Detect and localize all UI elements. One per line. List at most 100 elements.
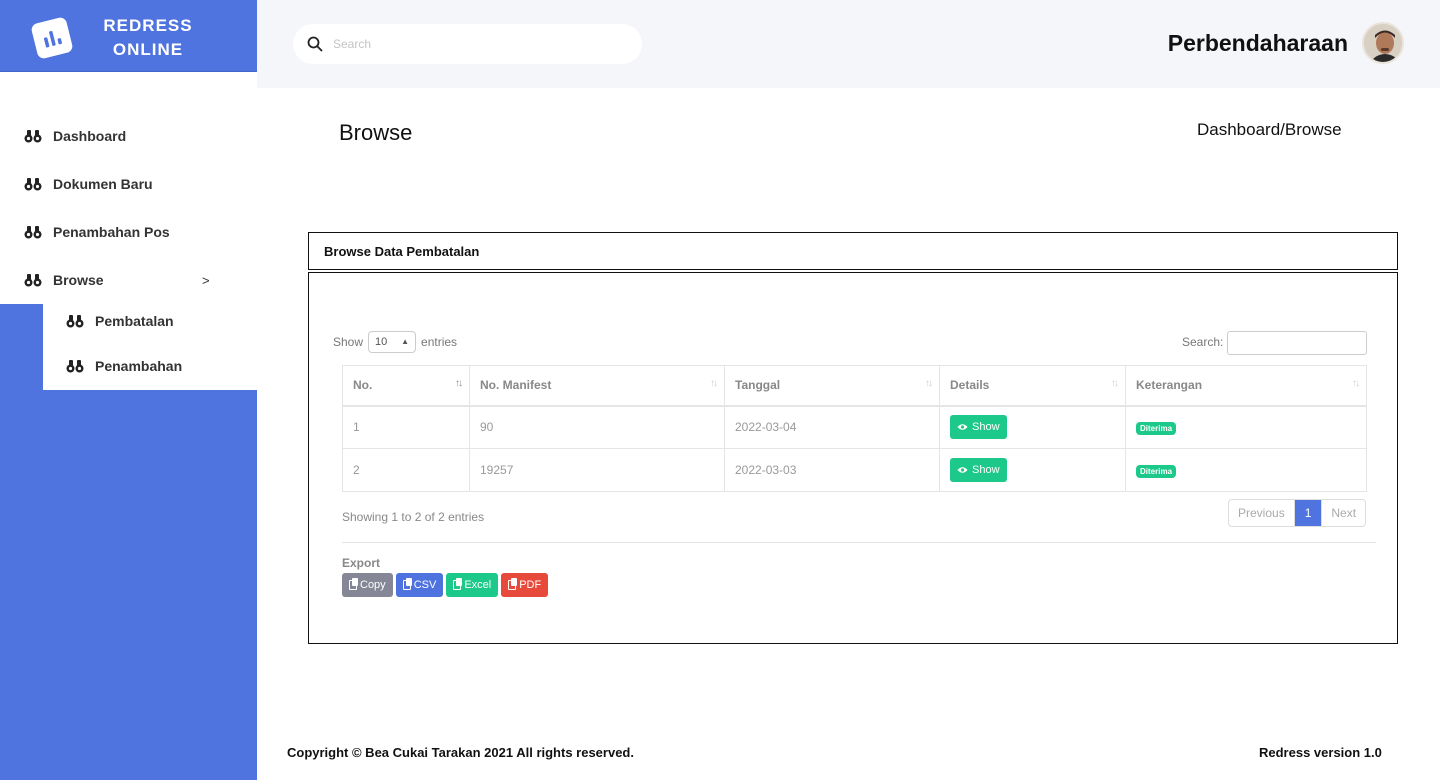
sidebar-item-penambahan-pos[interactable]: Penambahan Pos [0,212,257,252]
sidebar-item-browse[interactable]: Browse > [0,260,257,300]
show-label: Show [333,335,364,349]
sidebar-menu: Dashboard Dokumen Baru Penambahan Pos Br… [0,72,257,304]
cell-details: Show [939,448,1126,492]
eye-icon [957,424,968,430]
pagination-next[interactable]: Next [1321,500,1365,526]
column-header-manifest[interactable]: No. Manifest ↑↓ [469,365,725,407]
brand-title-line2: ONLINE [112,40,184,59]
show-button-label: Show [972,421,1000,434]
binoculars-icon [24,226,42,239]
export-button-label: Copy [360,579,386,591]
export-button-label: PDF [519,579,542,591]
column-header-label: No. [353,378,373,393]
entries-label: entries [421,335,458,349]
sidebar: REDRESS ONLINE Dashboard Dokumen Baru Pe… [0,0,257,780]
column-header-tanggal[interactable]: Tanggal ↑↓ [724,365,940,407]
cell-keterangan: Diterima [1125,448,1367,492]
column-header-label: Details [950,378,990,393]
topbar: Perbendaharaan [257,0,1440,88]
binoculars-icon [24,274,42,287]
footer-version: Redress version 1.0 [1259,745,1382,760]
column-header-keterangan[interactable]: Keterangan ↑↓ [1125,365,1367,407]
chevron-right-icon: > [202,272,210,288]
card-title: Browse Data Pembatalan [324,244,480,259]
column-header-label: Keterangan [1136,378,1203,393]
binoculars-icon [24,130,42,143]
brand[interactable]: REDRESS ONLINE [0,0,257,72]
table-search-label: Search: [1182,335,1224,349]
avatar-photo [1364,24,1402,62]
show-entries: Show 10 ▲ entries [333,331,457,353]
sidebar-item-label: Penambahan Pos [53,224,170,240]
pagination-previous[interactable]: Previous [1229,500,1295,526]
brand-title: REDRESS ONLINE [96,14,200,62]
sort-icon: ↑↓ [710,378,718,389]
table-search-input[interactable] [1227,331,1367,355]
show-button-label: Show [972,464,1000,476]
breadcrumb[interactable]: Dashboard/Browse [1197,120,1342,140]
cell-tanggal: 2022-03-04 [724,405,940,449]
status-badge: Diterima [1136,464,1177,478]
search-icon[interactable] [307,36,323,52]
show-button[interactable]: Show [950,458,1007,482]
user-name[interactable]: Perbendaharaan [1168,30,1348,57]
eye-icon [957,467,968,473]
brand-title-line1: REDRESS [103,16,193,35]
export-excel-button[interactable]: Excel [446,573,499,597]
cell-keterangan: Diterima [1125,405,1367,449]
cell-manifest: 90 [469,405,725,449]
pagination: Previous 1 Next [1228,499,1367,527]
data-table: No. ↑↓ No. Manifest ↑↓ Tanggal ↑↓ Details ↑↓… [342,365,1367,492]
search-input[interactable] [333,32,623,56]
table-info: Showing 1 to 2 of 2 entries [342,510,485,524]
sidebar-item-dokumen-baru[interactable]: Dokumen Baru [0,164,257,204]
sidebar-subitem-pembatalan[interactable]: Pembatalan [43,301,257,341]
cell-tanggal: 2022-03-03 [724,448,940,492]
sort-icon: ↑↓ [455,378,463,389]
sidebar-submenu-browse: Pembatalan Penambahan [43,296,257,390]
entries-select-value: 10 [375,336,388,348]
avatar[interactable] [1362,22,1404,64]
table-header-row: No. ↑↓ No. Manifest ↑↓ Tanggal ↑↓ Details ↑↓… [342,365,1367,407]
sidebar-subitem-label: Pembatalan [95,313,174,329]
cell-manifest: 19257 [469,448,725,492]
column-header-no[interactable]: No. ↑↓ [342,365,470,407]
footer-copyright: Copyright © Bea Cukai Tarakan 2021 All r… [287,745,634,760]
binoculars-icon [66,360,84,373]
export-button-label: Excel [464,579,492,591]
binoculars-icon [66,315,84,328]
topbar-search [293,24,642,64]
select-arrows-icon: ▲ [401,337,410,346]
sidebar-item-dashboard[interactable]: Dashboard [0,116,257,156]
entries-select[interactable]: 10 ▲ [368,331,417,353]
pagination-page-1[interactable]: 1 [1294,500,1322,526]
column-header-details[interactable]: Details ↑↓ [939,365,1126,407]
show-button[interactable]: Show [950,415,1007,440]
sort-icon: ↑↓ [1352,378,1360,389]
sidebar-subitem-penambahan[interactable]: Penambahan [43,346,257,386]
sidebar-subitem-label: Penambahan [95,358,183,374]
export-copy-button[interactable]: Copy [342,573,393,597]
binoculars-icon [24,178,42,191]
export-pdf-button[interactable]: PDF [501,573,549,597]
column-header-label: Tanggal [735,378,781,393]
export-button-label: CSV [413,579,437,591]
cell-details: Show [939,405,1126,449]
cell-no: 1 [342,405,470,449]
column-header-label: No. Manifest [480,378,552,393]
copy-icon [402,578,412,590]
chart-bar-icon [31,17,73,59]
sidebar-item-label: Dashboard [53,128,127,144]
status-badge: Diterima [1136,421,1177,435]
copy-icon [453,578,463,590]
sidebar-item-label: Dokumen Baru [53,176,153,192]
sort-icon: ↑↓ [1111,378,1119,389]
copy-icon [349,578,358,590]
card-header: Browse Data Pembatalan [308,232,1398,270]
table-row: 1 90 2022-03-04 Show Diterima [342,405,1367,449]
sidebar-item-label: Browse [53,272,104,288]
divider [342,542,1376,543]
table-row: 2 19257 2022-03-03 Show Diterima [342,448,1367,492]
export-csv-button[interactable]: CSV [395,573,444,597]
page-title: Browse [339,120,413,145]
